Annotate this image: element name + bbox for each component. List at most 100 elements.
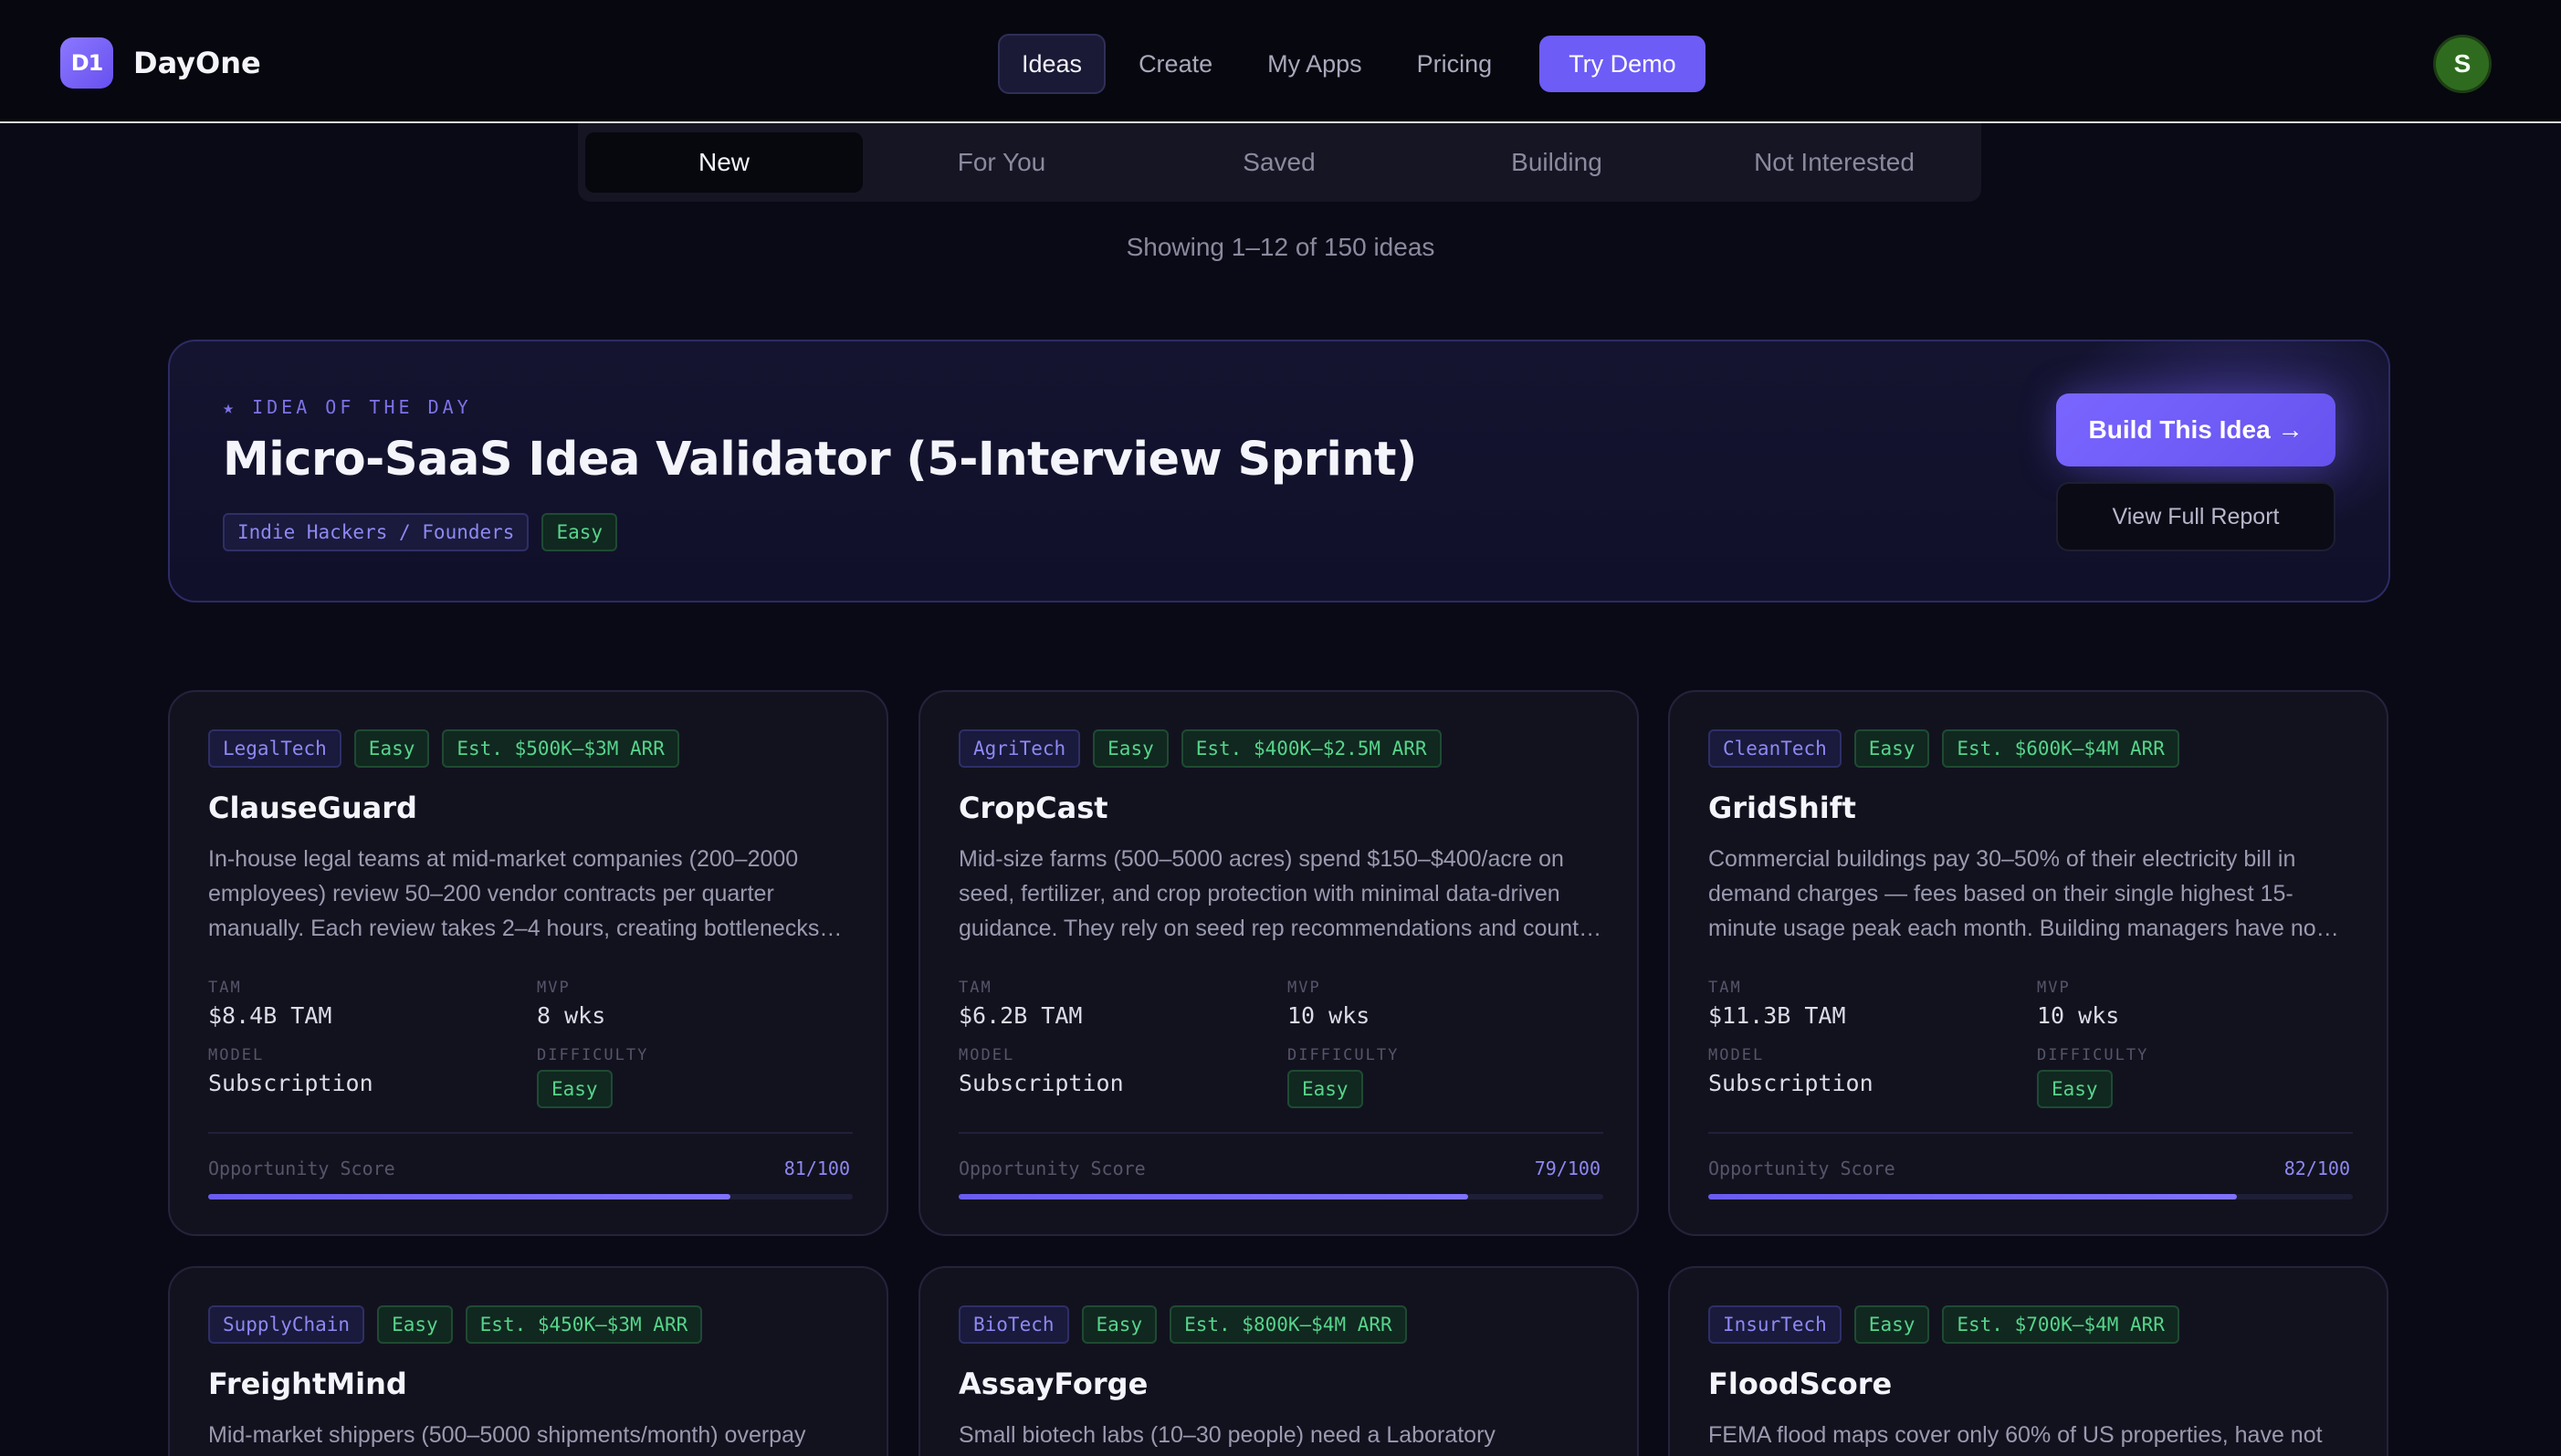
idea-card[interactable]: LegalTech Easy Est. $500K–$3M ARR Clause… (168, 690, 888, 1236)
brand-name: DayOne (133, 46, 261, 80)
difficulty-tag: Easy (1853, 1305, 1930, 1344)
model-label: MODEL (208, 1046, 265, 1064)
difficulty-label: DIFFICULTY (537, 1046, 649, 1064)
card-description: Commercial buildings pay 30–50% of their… (1708, 846, 2339, 941)
idea-card[interactable]: SupplyChain Easy Est. $450K–$3M ARR Frei… (168, 1266, 888, 1456)
card-tags: CleanTech Easy Est. $600K–$4M ARR (1708, 729, 2179, 768)
difficulty-label: DIFFICULTY (2037, 1046, 2149, 1064)
mvp-label: MVP (537, 979, 571, 997)
model-label: MODEL (1708, 1046, 1765, 1064)
tam-label: TAM (1708, 979, 1742, 997)
arr-tag: Est. $500K–$3M ARR (442, 729, 679, 768)
nav-create[interactable]: Create (1117, 34, 1234, 94)
nav-pricing[interactable]: Pricing (1395, 34, 1515, 94)
divider (959, 1132, 1603, 1134)
difficulty-tag: Easy (1081, 1305, 1158, 1344)
score-bar-fill (208, 1194, 730, 1199)
tab-not-interested[interactable]: Not Interested (1695, 132, 1973, 193)
audience-tag: Indie Hackers / Founders (223, 513, 530, 551)
score-bar (1708, 1194, 2353, 1199)
idea-of-the-day-card: ★ IDEA OF THE DAY Micro-SaaS Idea Valida… (168, 340, 2390, 602)
card-title: AssayForge (959, 1367, 1149, 1401)
mvp-label: MVP (1287, 979, 1321, 997)
divider (208, 1132, 853, 1134)
idea-of-the-day-tags: Indie Hackers / Founders Easy (223, 513, 618, 551)
arr-tag: Est. $400K–$2.5M ARR (1181, 729, 1442, 768)
category-tag: AgriTech (959, 729, 1081, 768)
results-count: Showing 1–12 of 150 ideas (1126, 233, 1435, 261)
score-label: Opportunity Score (208, 1157, 395, 1179)
build-this-idea-button[interactable]: Build This Idea → (2056, 393, 2335, 466)
model-value: Subscription (1708, 1070, 1874, 1096)
score-value: 79/100 (1534, 1157, 1601, 1179)
idea-of-the-day-title: Micro-SaaS Idea Validator (5-Interview S… (223, 433, 1417, 487)
tam-label: TAM (959, 979, 992, 997)
difficulty-tag: Easy (353, 729, 430, 768)
idea-of-the-day-kicker: ★ IDEA OF THE DAY (223, 396, 472, 418)
difficulty-tag: Easy (1853, 729, 1930, 768)
tab-building[interactable]: Building (1418, 132, 1695, 193)
arr-tag: Est. $450K–$3M ARR (465, 1305, 703, 1344)
score-bar (959, 1194, 1603, 1199)
card-description: FEMA flood maps cover only 60% of US pro… (1708, 1422, 2323, 1448)
model-label: MODEL (959, 1046, 1015, 1064)
category-tag: LegalTech (208, 729, 341, 768)
user-avatar[interactable]: S (2433, 35, 2492, 93)
tam-value: $6.2B TAM (959, 1002, 1083, 1029)
difficulty-value-tag: Easy (537, 1070, 613, 1108)
score-label: Opportunity Score (1708, 1157, 1895, 1179)
main-nav: Ideas Create My Apps Pricing Try Demo (998, 34, 1706, 94)
card-description: In-house legal teams at mid-market compa… (208, 846, 843, 941)
ideas-tabs: New For You Saved Building Not Intereste… (578, 123, 1981, 202)
divider (1708, 1132, 2353, 1134)
difficulty-value-tag: Easy (1287, 1070, 1363, 1108)
card-title: ClauseGuard (208, 791, 417, 825)
brand[interactable]: D1 DayOne (60, 37, 261, 89)
difficulty-tag: Easy (377, 1305, 453, 1344)
tab-for-you[interactable]: For You (863, 132, 1140, 193)
model-value: Subscription (959, 1070, 1124, 1096)
arr-tag: Est. $600K–$4M ARR (1942, 729, 2179, 768)
difficulty-value-tag: Easy (2037, 1070, 2113, 1108)
card-title: GridShift (1708, 791, 1856, 825)
mvp-value: 10 wks (2037, 1002, 2120, 1029)
card-tags: AgriTech Easy Est. $400K–$2.5M ARR (959, 729, 1442, 768)
score-bar-fill (959, 1194, 1468, 1199)
card-description: Mid-market shippers (500–5000 shipments/… (208, 1422, 806, 1448)
nav-ideas[interactable]: Ideas (998, 34, 1107, 94)
score-value: 81/100 (783, 1157, 850, 1179)
idea-card[interactable]: BioTech Easy Est. $800K–$4M ARR AssayFor… (918, 1266, 1639, 1456)
tam-label: TAM (208, 979, 242, 997)
difficulty-tag: Easy (1093, 729, 1169, 768)
card-tags: LegalTech Easy Est. $500K–$3M ARR (208, 729, 679, 768)
arr-tag: Est. $800K–$4M ARR (1170, 1305, 1407, 1344)
category-tag: CleanTech (1708, 729, 1842, 768)
arr-tag: Est. $700K–$4M ARR (1942, 1305, 2179, 1344)
nav-my-apps[interactable]: My Apps (1245, 34, 1384, 94)
card-tags: BioTech Easy Est. $800K–$4M ARR (959, 1305, 1407, 1344)
card-description: Small biotech labs (10–30 people) need a… (959, 1422, 1496, 1448)
view-full-report-button[interactable]: View Full Report (2056, 482, 2335, 551)
tam-value: $11.3B TAM (1708, 1002, 1846, 1029)
tab-saved[interactable]: Saved (1140, 132, 1418, 193)
score-bar (208, 1194, 853, 1199)
difficulty-label: DIFFICULTY (1287, 1046, 1400, 1064)
category-tag: BioTech (959, 1305, 1069, 1344)
card-tags: SupplyChain Easy Est. $450K–$3M ARR (208, 1305, 703, 1344)
tab-new[interactable]: New (585, 132, 863, 193)
idea-card[interactable]: AgriTech Easy Est. $400K–$2.5M ARR CropC… (918, 690, 1639, 1236)
top-navbar: D1 DayOne Ideas Create My Apps Pricing T… (0, 0, 2561, 123)
score-label: Opportunity Score (959, 1157, 1146, 1179)
idea-card[interactable]: CleanTech Easy Est. $600K–$4M ARR GridSh… (1668, 690, 2388, 1236)
model-value: Subscription (208, 1070, 373, 1096)
idea-card[interactable]: InsurTech Easy Est. $700K–$4M ARR FloodS… (1668, 1266, 2388, 1456)
difficulty-tag: Easy (541, 513, 618, 551)
card-tags: InsurTech Easy Est. $700K–$4M ARR (1708, 1305, 2179, 1344)
card-description: Mid-size farms (500–5000 acres) spend $1… (959, 846, 1602, 941)
category-tag: SupplyChain (208, 1305, 365, 1344)
try-demo-button[interactable]: Try Demo (1539, 36, 1706, 92)
brand-logo-icon: D1 (60, 37, 113, 89)
mvp-value: 10 wks (1287, 1002, 1370, 1029)
tam-value: $8.4B TAM (208, 1002, 332, 1029)
category-tag: InsurTech (1708, 1305, 1842, 1344)
